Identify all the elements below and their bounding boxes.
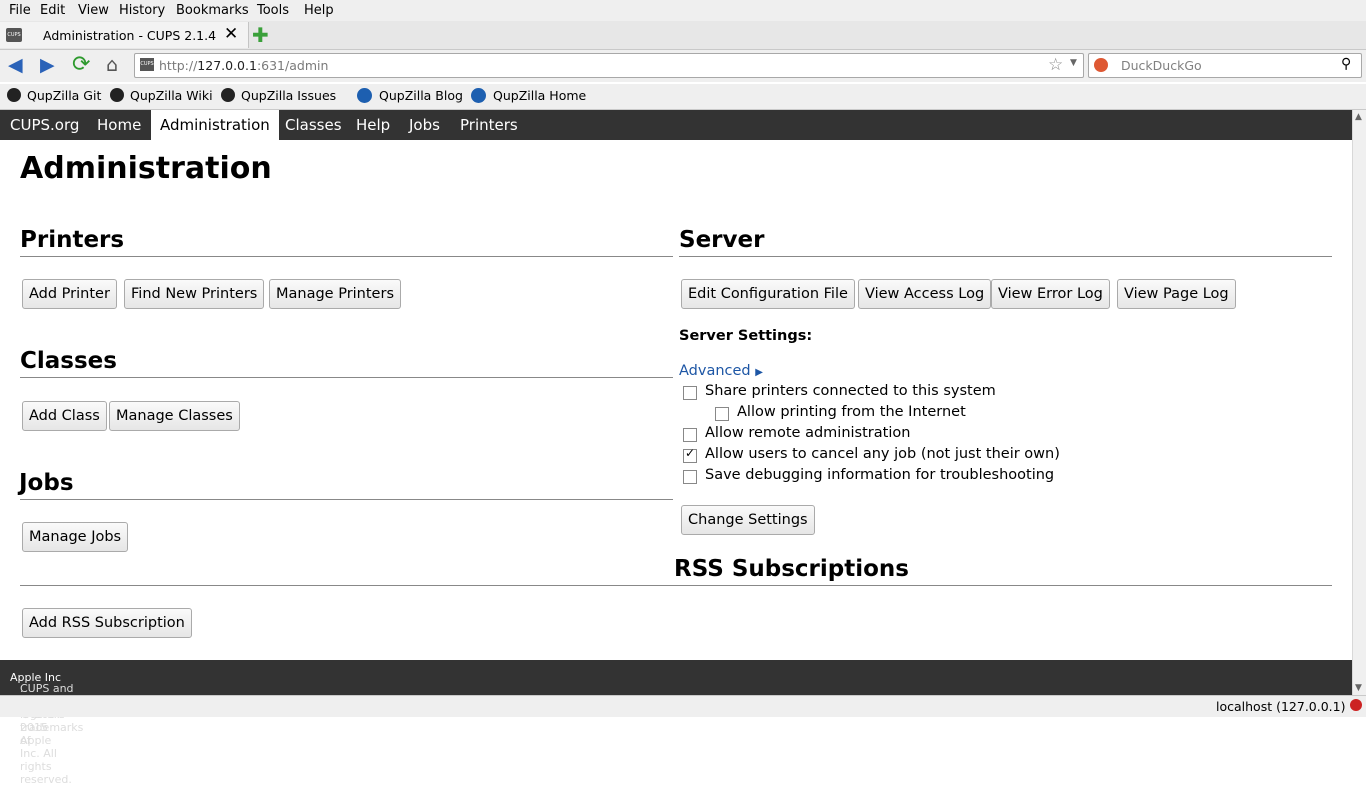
printers-divider (20, 256, 673, 257)
manage-printers-button[interactable]: Manage Printers (269, 279, 401, 309)
bookmark-qupzilla-home[interactable]: QupZilla Home (471, 88, 586, 103)
nav-cups-org[interactable]: CUPS.org (1, 110, 88, 140)
advanced-toggle[interactable]: Advanced ▶ (679, 363, 763, 379)
view-error-log-button[interactable]: View Error Log (991, 279, 1110, 309)
search-bar[interactable]: DuckDuckGo ⚲ (1088, 53, 1362, 78)
remote-admin-label: Allow remote administration (705, 425, 911, 441)
back-icon[interactable]: ◀ (8, 54, 23, 76)
tab-administration[interactable]: CUPS Administration - CUPS 2.1.4 ✕ (0, 22, 249, 48)
cancel-any-job-checkbox[interactable] (683, 446, 697, 463)
adblock-icon[interactable] (1350, 699, 1362, 711)
github-icon (110, 88, 124, 102)
manage-classes-button[interactable]: Manage Classes (109, 401, 240, 431)
nav-classes[interactable]: Classes (276, 110, 351, 140)
classes-heading: Classes (20, 348, 117, 374)
search-binoculars-icon[interactable]: ⚲ (1341, 56, 1351, 72)
bookmark-qupzilla-wiki[interactable]: QupZilla Wiki (110, 88, 213, 103)
allow-internet-printing-checkbox[interactable] (715, 407, 729, 421)
page-footer: CUPS and the CUPS logo are trademarks of… (0, 660, 1352, 786)
qupzilla-icon (357, 88, 372, 103)
debug-logging-label: Save debugging information for troublesh… (705, 467, 1055, 483)
find-new-printers-button[interactable]: Find New Printers (124, 279, 265, 309)
reload-icon[interactable]: ⟳ (72, 54, 90, 76)
menu-bar: File Edit View History Bookmarks Tools H… (0, 0, 1366, 21)
jobs-divider (20, 499, 673, 500)
search-placeholder: DuckDuckGo (1121, 58, 1202, 73)
bookmark-star-icon[interactable]: ☆ (1048, 55, 1063, 75)
rss-subscriptions-heading: RSS Subscriptions (674, 556, 909, 582)
edit-configuration-file-button[interactable]: Edit Configuration File (681, 279, 855, 309)
nav-printers[interactable]: Printers (451, 110, 527, 140)
bookmark-qupzilla-git[interactable]: QupZilla Git (7, 88, 101, 103)
scroll-down-icon[interactable]: ▼ (1355, 683, 1362, 693)
site-icon: CUPS (140, 58, 154, 71)
history-dropdown-icon[interactable]: ▼ (1070, 58, 1077, 68)
duckduckgo-icon[interactable] (1094, 58, 1108, 72)
menu-file[interactable]: File (9, 3, 31, 18)
address-bar[interactable]: CUPS http://127.0.0.1:631/admin ☆ ▼ (134, 53, 1084, 78)
tab-title: Administration - CUPS 2.1.4 (43, 28, 217, 43)
menu-edit[interactable]: Edit (40, 3, 65, 18)
jobs-heading: Jobs (19, 470, 74, 496)
server-settings-label: Server Settings: (679, 328, 813, 344)
cancel-any-job-label: Allow users to cancel any job (not just … (705, 446, 1060, 462)
share-printers-checkbox[interactable] (683, 386, 697, 400)
github-icon (221, 88, 235, 102)
printers-heading: Printers (20, 227, 125, 253)
menu-view[interactable]: View (78, 3, 109, 18)
footer-text: CUPS and the CUPS logo are trademarks of… (10, 671, 84, 786)
manage-jobs-button[interactable]: Manage Jobs (22, 522, 129, 552)
share-printers-label: Share printers connected to this system (705, 383, 996, 399)
add-rss-subscription-button[interactable]: Add RSS Subscription (22, 608, 192, 638)
menu-bookmarks[interactable]: Bookmarks (176, 3, 249, 18)
status-host: localhost (127.0.0.1) (1216, 699, 1346, 714)
bookmarks-toolbar: QupZilla Git QupZilla Wiki QupZilla Issu… (0, 84, 1366, 110)
page-scrollbar[interactable]: ▲ ▼ (1352, 110, 1366, 695)
view-page-log-button[interactable]: View Page Log (1117, 279, 1236, 309)
nav-home[interactable]: Home (88, 110, 150, 140)
home-icon[interactable]: ⌂ (106, 54, 118, 76)
bookmark-qupzilla-issues[interactable]: QupZilla Issues (221, 88, 336, 103)
forward-icon[interactable]: ▶ (40, 54, 55, 76)
close-tab-icon[interactable]: ✕ (224, 24, 238, 44)
menu-help[interactable]: Help (304, 3, 334, 18)
remote-admin-checkbox[interactable] (683, 428, 697, 442)
new-tab-icon[interactable]: ✚ (252, 23, 269, 47)
menu-tools[interactable]: Tools (257, 3, 289, 18)
cups-navigation: CUPS.org Home Administration Classes Hel… (0, 110, 1352, 140)
allow-internet-printing-label: Allow printing from the Internet (737, 404, 966, 420)
tab-bar: CUPS Administration - CUPS 2.1.4 ✕ ✚ (0, 21, 1366, 50)
classes-divider (20, 377, 673, 378)
address-url[interactable]: http://127.0.0.1:631/admin (159, 58, 328, 73)
cups-favicon-icon: CUPS (6, 28, 22, 42)
page-title: Administration (20, 151, 272, 186)
nav-administration[interactable]: Administration (151, 110, 279, 140)
status-bar: localhost (127.0.0.1) (0, 695, 1366, 717)
add-printer-button[interactable]: Add Printer (22, 279, 117, 309)
view-access-log-button[interactable]: View Access Log (858, 279, 992, 309)
change-settings-button[interactable]: Change Settings (681, 505, 815, 535)
bookmark-qupzilla-blog[interactable]: QupZilla Blog (357, 88, 463, 103)
scroll-up-icon[interactable]: ▲ (1355, 112, 1362, 122)
qupzilla-icon (471, 88, 486, 103)
rss-divider (20, 585, 1332, 586)
debug-logging-checkbox[interactable] (683, 470, 697, 484)
github-icon (7, 88, 21, 102)
menu-history[interactable]: History (119, 3, 165, 18)
nav-help[interactable]: Help (347, 110, 399, 140)
server-heading: Server (679, 227, 765, 253)
expand-arrow-icon: ▶ (755, 367, 763, 378)
server-divider (679, 256, 1332, 257)
nav-jobs[interactable]: Jobs (400, 110, 449, 140)
add-class-button[interactable]: Add Class (22, 401, 107, 431)
